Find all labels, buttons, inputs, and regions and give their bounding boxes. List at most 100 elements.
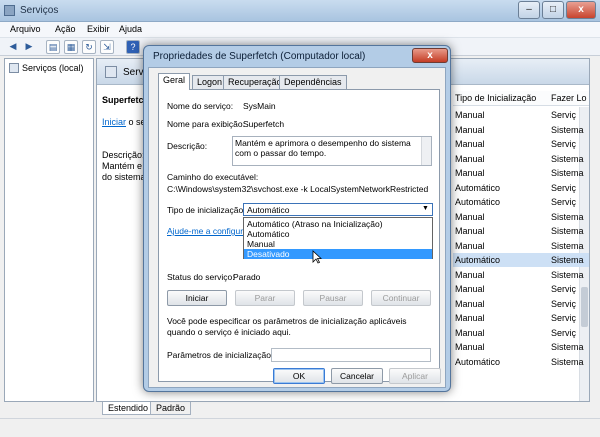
startup-type-cell: Automático bbox=[455, 182, 501, 193]
params-label: Parâmetros de inicialização: bbox=[167, 350, 274, 360]
option-manual[interactable]: Manual bbox=[244, 239, 432, 249]
pause-button[interactable]: Pausar bbox=[303, 290, 363, 306]
description-text: Mantém e aprimora o desempenho do sistem… bbox=[235, 138, 411, 158]
maximize-button[interactable]: □ bbox=[542, 1, 564, 19]
console-tree-icon[interactable]: ▤ bbox=[46, 40, 60, 54]
description-scrollbar[interactable] bbox=[421, 137, 431, 165]
table-row[interactable]: Automático Sistema bbox=[453, 253, 589, 267]
startup-type-cell: Automático bbox=[455, 197, 501, 207]
start-button[interactable]: Iniciar bbox=[167, 290, 227, 306]
table-row[interactable]: Manual Sistema bbox=[453, 224, 589, 238]
logon-cell: Serviç bbox=[551, 110, 577, 120]
table-header: Tipo de Inicialização Fazer Lo bbox=[453, 91, 589, 106]
table-row[interactable]: Manual Serviç bbox=[453, 297, 589, 311]
view-tabs: Estendido Padrão bbox=[96, 402, 590, 416]
continue-button[interactable]: Continuar bbox=[371, 290, 431, 306]
service-status-label: Status do serviço: bbox=[167, 272, 235, 282]
dialog-close-button[interactable]: x bbox=[412, 48, 448, 63]
startup-type-cell: Manual bbox=[455, 168, 485, 178]
logon-cell: Sistema bbox=[551, 211, 584, 222]
startup-type-cell: Manual bbox=[455, 153, 485, 164]
option-automatic[interactable]: Automático bbox=[244, 229, 432, 239]
startup-type-cell: Manual bbox=[455, 226, 485, 236]
console-tree: Serviços (local) bbox=[4, 58, 94, 402]
chevron-down-icon[interactable]: ▼ bbox=[422, 205, 429, 212]
export-icon[interactable]: ⇲ bbox=[100, 40, 114, 54]
option-disabled[interactable]: Desativado bbox=[244, 249, 432, 259]
startup-type-selected: Automático bbox=[247, 205, 290, 215]
close-button[interactable]: x bbox=[566, 1, 596, 19]
table-row[interactable]: Manual Sistema bbox=[453, 268, 589, 282]
table-row[interactable]: Automático Serviç bbox=[453, 181, 589, 195]
table-row[interactable]: Manual Serviç bbox=[453, 108, 589, 122]
column-startup-type[interactable]: Tipo de Inicialização bbox=[455, 93, 536, 103]
table-row[interactable]: Manual Serviç bbox=[453, 311, 589, 325]
startup-type-cell: Manual bbox=[455, 269, 485, 280]
gear-icon bbox=[105, 66, 117, 78]
back-arrow-icon[interactable]: ◀ bbox=[6, 40, 20, 54]
refresh-icon[interactable]: ↻ bbox=[82, 40, 96, 54]
apply-button[interactable]: Aplicar bbox=[389, 368, 441, 384]
startup-type-cell: Manual bbox=[455, 110, 485, 120]
table-row[interactable]: Manual Serviç bbox=[453, 326, 589, 340]
startup-type-dropdown: Automático (Atraso na Inicialização) Aut… bbox=[243, 217, 433, 259]
menu-exibir[interactable]: Exibir bbox=[87, 24, 110, 34]
table-row[interactable]: Manual Sistema bbox=[453, 152, 589, 166]
table-row[interactable]: Manual Sistema bbox=[453, 340, 589, 354]
logon-cell: Sistema bbox=[551, 356, 584, 367]
startup-type-select[interactable]: Automático ▼ bbox=[243, 203, 433, 216]
logon-cell: Sistema bbox=[551, 226, 584, 236]
logon-cell: Serviç bbox=[551, 139, 577, 149]
tab-logon[interactable]: Logon bbox=[192, 75, 228, 89]
table-row[interactable]: Manual Sistema bbox=[453, 123, 589, 137]
description-label: Descrição: bbox=[167, 141, 208, 151]
logon-cell: Serviç bbox=[551, 298, 577, 309]
path-value: C:\Windows\system32\svchost.exe -k Local… bbox=[167, 184, 429, 194]
path-label: Caminho do executável: bbox=[167, 172, 259, 182]
table-row[interactable]: Automático Serviç bbox=[453, 195, 589, 209]
logon-cell: Sistema bbox=[551, 269, 584, 280]
help-configure-link[interactable]: Ajude-me a configurar bbox=[167, 226, 251, 236]
mouse-cursor-icon bbox=[312, 250, 322, 264]
title-bar[interactable]: Serviços – □ x bbox=[0, 0, 600, 22]
dialog-body: Geral Logon Recuperação Dependências Nom… bbox=[148, 67, 446, 388]
general-tab-panel: Nome do serviço: SysMain Nome para exibi… bbox=[158, 89, 440, 382]
forward-arrow-icon[interactable]: ▶ bbox=[22, 40, 36, 54]
table-row[interactable]: Manual Sistema bbox=[453, 166, 589, 180]
table-row[interactable]: Manual Serviç bbox=[453, 137, 589, 151]
option-automatic-delayed[interactable]: Automático (Atraso na Inicialização) bbox=[244, 219, 432, 229]
detail-service-title: Superfetch bbox=[102, 95, 150, 105]
window-title: Serviços bbox=[20, 5, 59, 16]
tab-dependencias[interactable]: Dependências bbox=[279, 75, 347, 89]
params-input[interactable] bbox=[271, 348, 431, 362]
logon-cell: Sistema bbox=[551, 342, 584, 352]
stop-button[interactable]: Parar bbox=[235, 290, 295, 306]
startup-type-cell: Automático bbox=[455, 356, 501, 367]
menu-arquivo[interactable]: Arquivo bbox=[10, 24, 41, 34]
tree-item-services-local[interactable]: Serviços (local) bbox=[22, 63, 84, 73]
detail-desc-label: Descrição: bbox=[102, 150, 145, 160]
properties-icon[interactable]: ▦ bbox=[64, 40, 78, 54]
startup-type-cell: Manual bbox=[455, 327, 485, 338]
service-status-value: Parado bbox=[233, 272, 261, 282]
tab-padrao[interactable]: Padrão bbox=[150, 402, 192, 415]
column-logon[interactable]: Fazer Lo bbox=[551, 93, 587, 103]
ok-button[interactable]: OK bbox=[273, 368, 325, 384]
table-row[interactable]: Automático Sistema bbox=[453, 355, 589, 369]
table-row[interactable]: Manual Sistema bbox=[453, 210, 589, 224]
cancel-button[interactable]: Cancelar bbox=[331, 368, 383, 384]
help-icon[interactable]: ? bbox=[126, 40, 140, 54]
menu-acao[interactable]: Ação bbox=[55, 24, 76, 34]
service-name-value: SysMain bbox=[243, 101, 276, 111]
table-row[interactable]: Manual Sistema bbox=[453, 239, 589, 253]
start-service-link[interactable]: Iniciar bbox=[102, 117, 126, 127]
tab-recuperacao[interactable]: Recuperação bbox=[223, 75, 287, 89]
tab-estendido[interactable]: Estendido bbox=[102, 402, 155, 415]
startup-type-cell: Manual bbox=[455, 342, 485, 352]
logon-cell: Sistema bbox=[551, 124, 584, 135]
menu-ajuda[interactable]: Ajuda bbox=[119, 24, 142, 34]
tab-geral[interactable]: Geral bbox=[158, 73, 191, 90]
minimize-button[interactable]: – bbox=[518, 1, 540, 19]
description-box[interactable]: Mantém e aprimora o desempenho do sistem… bbox=[232, 136, 432, 166]
table-row[interactable]: Manual Serviç bbox=[453, 282, 589, 296]
